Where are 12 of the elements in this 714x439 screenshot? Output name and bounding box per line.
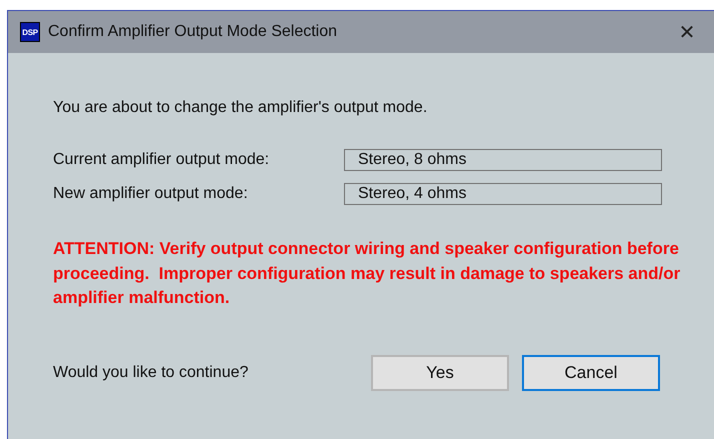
window-title: Confirm Amplifier Output Mode Selection	[48, 23, 338, 41]
field-label: Current amplifier output mode:	[53, 151, 270, 169]
close-button[interactable]: ✕	[664, 11, 710, 53]
mode-field: Stereo, 4 ohms	[344, 183, 662, 205]
warning-text: ATTENTION: Verify output connector wiring and speaker configuration before proceeding. Improper configuration may result in damage to speakers and/or amplifier malfunction.	[53, 238, 682, 309]
mode-field: Stereo, 8 ohms	[344, 149, 662, 171]
field-label: New amplifier output mode:	[53, 185, 249, 203]
app-logo-icon: DSP	[20, 22, 40, 42]
message-text: You are about to change the amplifier's output mode.	[53, 99, 428, 117]
dialog-button[interactable]: Cancel	[522, 354, 660, 390]
dialog-button[interactable]: Yes	[371, 354, 509, 390]
question-text: Would you like to continue?	[53, 364, 250, 382]
